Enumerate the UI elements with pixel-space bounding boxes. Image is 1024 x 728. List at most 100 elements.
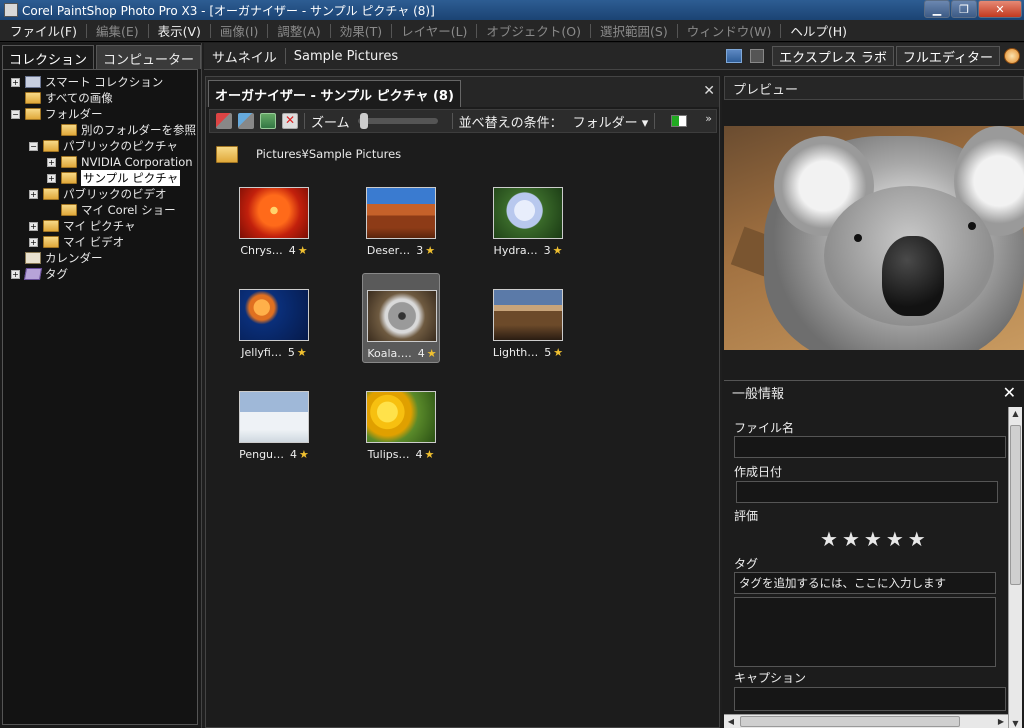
app-icon[interactable] (4, 3, 18, 17)
date-field[interactable] (736, 481, 998, 503)
lighthouse-image[interactable] (493, 289, 563, 341)
tree-node-label[interactable]: カレンダー (45, 250, 103, 266)
thumbnail-item[interactable]: Hydra… 3 ★ (489, 171, 567, 261)
more-chevron-icon[interactable]: » (705, 112, 712, 125)
expand-icon[interactable]: + (11, 78, 20, 87)
vertical-scrollbar[interactable]: ▲ ▼ (1008, 407, 1022, 728)
menu-item[interactable]: 編集(E) (90, 21, 145, 40)
tree-node[interactable]: + スマート コレクション (3, 74, 197, 90)
penguins-image[interactable] (239, 391, 309, 443)
menu-item[interactable]: 選択範囲(S) (594, 21, 674, 40)
menu-item[interactable]: 画像(I) (214, 21, 264, 40)
tree-node-label[interactable]: マイ ビデオ (63, 234, 124, 250)
scrollbar-thumb[interactable] (1010, 425, 1021, 585)
collapse-icon[interactable]: − (29, 142, 38, 151)
thumbnail-item[interactable]: Deser… 3 ★ (362, 171, 440, 261)
tree-node-label[interactable]: マイ ピクチャ (63, 218, 136, 234)
tree-node[interactable]: + マイ ピクチャ (3, 218, 197, 234)
rating-star-icon[interactable]: ★ (864, 527, 882, 551)
tree-node-label[interactable]: マイ Corel ショー (81, 202, 176, 218)
scrollbar-thumb[interactable] (740, 716, 960, 727)
settings-gear-icon[interactable] (1004, 48, 1020, 64)
tree-node-label[interactable]: サンプル ピクチャ (81, 170, 181, 186)
menu-item[interactable]: ヘルプ(H) (784, 21, 853, 40)
rating-star-icon[interactable]: ★ (886, 527, 904, 551)
close-button[interactable]: ✕ (978, 0, 1022, 18)
thumbnail-item[interactable]: Koala.… 4 ★ (362, 273, 440, 363)
caption-field[interactable] (734, 687, 1006, 711)
thumbnail-item[interactable]: Tulips… 4 ★ (362, 375, 440, 465)
filmstrip-view-icon[interactable] (750, 49, 765, 63)
express-lab-button[interactable]: エクスプレス ラボ (772, 46, 894, 66)
tree-node[interactable]: 別のフォルダーを参照 (3, 122, 197, 138)
menu-item[interactable]: オブジェクト(O) (480, 21, 587, 40)
rating-star-icon[interactable]: ★ (820, 527, 838, 551)
scroll-right-arrow-icon[interactable]: ▶ (994, 715, 1008, 728)
collapse-icon[interactable]: − (11, 110, 20, 119)
expand-icon[interactable]: + (11, 270, 20, 279)
tree-node[interactable]: − フォルダー (3, 106, 197, 122)
desert-image[interactable] (366, 187, 436, 239)
tree-node-label[interactable]: フォルダー (45, 106, 103, 122)
rating-stars[interactable]: ★ ★ ★ ★ ★ (820, 527, 930, 551)
tree-node[interactable]: カレンダー (3, 250, 197, 266)
menu-item[interactable]: ウィンドウ(W) (681, 21, 778, 40)
menu-item[interactable]: レイヤー(L) (395, 21, 473, 40)
tulips-image[interactable] (366, 391, 436, 443)
tags-input[interactable]: タグを追加するには、ここに入力します (734, 572, 996, 594)
tree-node[interactable]: + サンプル ピクチャ (3, 170, 197, 186)
minimize-button[interactable]: ▁ (924, 0, 950, 18)
tree-node-label[interactable]: パブリックのビデオ (63, 186, 167, 202)
organizer-close-icon[interactable]: ✕ (703, 83, 715, 99)
full-editor-button[interactable]: フルエディター (895, 46, 1000, 66)
edit-brush-icon[interactable] (216, 113, 232, 129)
koala-image[interactable] (367, 290, 437, 342)
menu-item[interactable]: 効果(T) (334, 21, 388, 40)
tree-node-label[interactable]: NVIDIA Corporation (81, 155, 193, 169)
tree-node[interactable]: − パブリックのピクチャ (3, 138, 197, 154)
rating-star-icon[interactable]: ★ (842, 527, 860, 551)
tree-node[interactable]: + パブリックのビデオ (3, 186, 197, 202)
import-image-icon[interactable] (260, 113, 276, 129)
rating-star-icon[interactable]: ★ (908, 527, 926, 551)
thumbnail-view-icon[interactable] (726, 49, 743, 63)
chrysanthemum-image[interactable] (239, 187, 309, 239)
tree-node[interactable]: + NVIDIA Corporation (3, 154, 197, 170)
maximize-button[interactable]: ❐ (951, 0, 977, 18)
tab-collection[interactable]: コレクション (2, 45, 95, 69)
scroll-down-arrow-icon[interactable]: ▼ (1009, 717, 1022, 728)
thumbnail-item[interactable]: Pengu… 4 ★ (235, 375, 313, 465)
expand-icon[interactable]: + (29, 190, 38, 199)
expand-icon[interactable]: + (29, 238, 38, 247)
expand-icon[interactable]: + (47, 174, 56, 183)
tree-node-label[interactable]: パブリックのピクチャ (63, 138, 178, 154)
sort-dropdown[interactable]: フォルダー ▾ (573, 112, 649, 131)
tree-node-label[interactable]: 別のフォルダーを参照 (81, 122, 196, 138)
menu-item[interactable]: 表示(V) (152, 21, 207, 40)
thumbnail-item[interactable]: Jellyfi… 5 ★ (235, 273, 313, 363)
organizer-tab[interactable]: オーガナイザー - サンプル ピクチャ (8) (208, 80, 461, 107)
hydrangeas-image[interactable] (493, 187, 563, 239)
general-info-close-icon[interactable]: ✕ (1003, 383, 1016, 402)
expand-icon[interactable]: + (47, 158, 56, 167)
tree-node-label[interactable]: タグ (45, 266, 68, 282)
tree-node[interactable]: + タグ (3, 266, 197, 282)
flag-icon[interactable] (671, 115, 688, 127)
scroll-left-arrow-icon[interactable]: ◀ (724, 715, 738, 728)
menu-item[interactable]: ファイル(F) (4, 21, 83, 40)
tree-node[interactable]: すべての画像 (3, 90, 197, 106)
expand-icon[interactable]: + (29, 222, 38, 231)
scroll-up-arrow-icon[interactable]: ▲ (1009, 407, 1022, 421)
retouch-icon[interactable] (238, 113, 254, 129)
zoom-slider[interactable] (357, 113, 438, 129)
zoom-slider-knob[interactable] (359, 113, 368, 129)
horizontal-scrollbar[interactable]: ◀ ▶ (724, 714, 1008, 728)
tab-computer[interactable]: コンピューター (96, 45, 202, 69)
tree-node-label[interactable]: すべての画像 (45, 90, 113, 106)
thumbnail-item[interactable]: Chrys… 4 ★ (235, 171, 313, 261)
tree-node-label[interactable]: スマート コレクション (45, 74, 163, 90)
filename-field[interactable] (734, 436, 1006, 458)
tree-node[interactable]: マイ Corel ショー (3, 202, 197, 218)
menu-item[interactable]: 調整(A) (271, 21, 326, 40)
delete-image-icon[interactable] (282, 113, 298, 129)
